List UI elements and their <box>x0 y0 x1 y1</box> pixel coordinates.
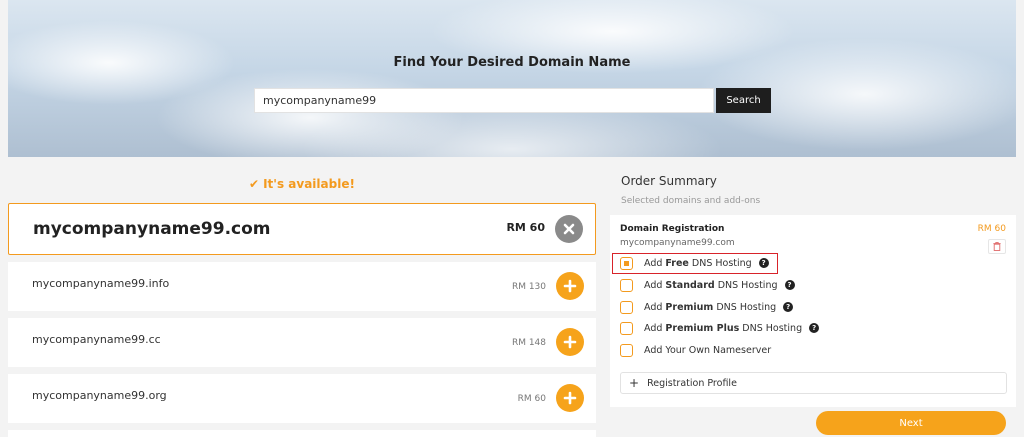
selected-domain-card: mycompanyname99.com RM 60 <box>8 203 596 255</box>
order-summary-subtitle: Selected domains and add-ons <box>621 196 761 206</box>
suggestion-domain-name: mycompanyname99.cc <box>32 333 161 346</box>
domain-suggestion-card-partial <box>8 430 596 437</box>
trash-icon <box>993 242 1001 251</box>
next-button[interactable]: Next <box>816 411 1006 435</box>
delete-registration-button[interactable] <box>988 239 1006 254</box>
search-button[interactable]: Search <box>716 88 771 113</box>
registration-title: Domain Registration <box>620 224 725 234</box>
addon-label: Add Premium Plus DNS Hosting <box>644 322 803 334</box>
domain-suggestion-card: mycompanyname99.org RM 60 <box>8 374 596 423</box>
addon-option-free-dns[interactable]: Add Free DNS Hosting ? <box>620 255 769 271</box>
hero-banner: Find Your Desired Domain Name mycompanyn… <box>8 0 1016 157</box>
help-icon[interactable]: ? <box>758 258 769 268</box>
checkbox[interactable] <box>620 321 633 335</box>
suggestion-domain-name: mycompanyname99.org <box>32 389 167 402</box>
addon-label: Add Your Own Nameserver <box>644 344 772 356</box>
suggestion-domain-price: RM 60 <box>517 394 546 404</box>
addon-option-standard-dns[interactable]: Add Standard DNS Hosting ? <box>620 277 795 293</box>
availability-text: It's available! <box>263 177 355 191</box>
plus-icon <box>563 279 577 293</box>
add-domain-button[interactable] <box>556 328 584 356</box>
domain-search-input[interactable]: mycompanyname99 <box>254 88 714 113</box>
order-summary-panel: Domain Registration RM 60 mycompanyname9… <box>610 215 1016 407</box>
help-icon[interactable]: ? <box>783 302 794 312</box>
suggestion-domain-price: RM 130 <box>511 282 546 292</box>
addon-label: Add Premium DNS Hosting <box>644 301 777 313</box>
addon-option-premium-plus-dns[interactable]: Add Premium Plus DNS Hosting ? <box>620 320 820 336</box>
order-summary-title: Order Summary <box>621 174 717 188</box>
plus-icon <box>563 335 577 349</box>
selected-domain-name: mycompanyname99.com <box>33 219 271 239</box>
addon-label: Add Free DNS Hosting <box>644 257 752 269</box>
add-domain-button[interactable] <box>556 384 584 412</box>
registration-price: RM 60 <box>977 224 1006 234</box>
plus-icon <box>563 391 577 405</box>
checkbox[interactable] <box>620 300 633 314</box>
suggestion-domain-name: mycompanyname99.info <box>32 277 170 290</box>
help-icon[interactable]: ? <box>809 323 820 333</box>
addon-option-own-nameserver[interactable]: Add Your Own Nameserver <box>620 342 771 358</box>
domain-suggestion-card: mycompanyname99.info RM 130 <box>8 262 596 311</box>
addon-label: Add Standard DNS Hosting <box>644 279 778 291</box>
remove-domain-button[interactable] <box>555 215 583 243</box>
close-icon <box>563 223 575 235</box>
add-domain-button[interactable] <box>556 272 584 300</box>
suggestion-domain-price: RM 148 <box>511 338 546 348</box>
registration-profile-button[interactable]: + Registration Profile <box>620 372 1007 394</box>
registration-domain: mycompanyname99.com <box>620 238 735 248</box>
plus-icon: + <box>629 376 640 390</box>
domain-suggestion-card: mycompanyname99.cc RM 148 <box>8 318 596 367</box>
checkbox[interactable] <box>620 343 633 357</box>
addon-option-premium-dns[interactable]: Add Premium DNS Hosting ? <box>620 299 794 315</box>
check-icon: ✔ <box>249 177 260 191</box>
registration-profile-label: Registration Profile <box>647 377 737 389</box>
help-icon[interactable]: ? <box>784 280 795 290</box>
selected-domain-price: RM 60 <box>506 221 545 234</box>
checkbox[interactable] <box>620 278 633 292</box>
page-title: Find Your Desired Domain Name <box>393 55 631 70</box>
availability-message: ✔ It's available! <box>8 177 596 191</box>
checkbox[interactable] <box>620 256 633 270</box>
